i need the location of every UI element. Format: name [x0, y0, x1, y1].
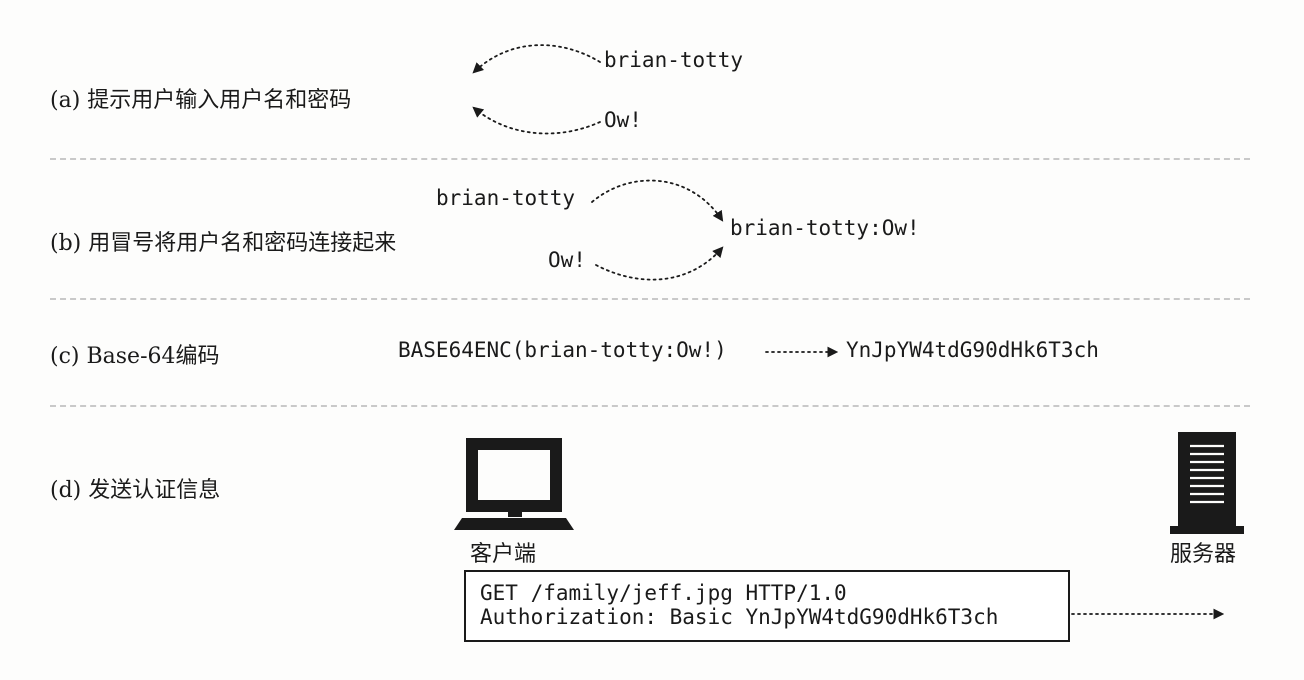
step-c-label: (c) Base-64编码: [50, 344, 220, 369]
http-request-box: GET /family/jeff.jpg HTTP/1.0 Authorizat…: [464, 570, 1070, 642]
server-tower-icon: [1170, 432, 1244, 534]
step-c-result: YnJpYW4tdG90dHk6T3ch: [846, 338, 1099, 362]
step-d-label: (d) 发送认证信息: [50, 478, 221, 503]
client-label: 客户端: [470, 542, 537, 567]
step-a-label: (a) 提示用户输入用户名和密码: [50, 88, 352, 113]
auth-header: Authorization: Basic YnJpYW4tdG90dHk6T3c…: [480, 605, 999, 629]
request-line: GET /family/jeff.jpg HTTP/1.0: [480, 581, 847, 605]
server-label: 服务器: [1170, 542, 1237, 567]
arrow-b-user: [591, 179, 724, 222]
step-a-username: brian-totty: [604, 48, 744, 72]
step-c-function: BASE64ENC(brian-totty:Ow!): [398, 338, 727, 362]
step-b-joined: brian-totty:Ow!: [730, 216, 920, 240]
arrow-b-pass: [595, 246, 724, 281]
step-b-username: brian-totty: [436, 186, 576, 210]
step-b-label: (b) 用冒号将用户名和密码连接起来: [50, 231, 397, 256]
computer-monitor-icon: [454, 438, 574, 530]
step-b-password: Ow!: [548, 248, 586, 272]
arrow-a-user: [472, 44, 601, 74]
arrow-a-pass: [472, 106, 601, 135]
step-a-password: Ow!: [604, 108, 642, 132]
